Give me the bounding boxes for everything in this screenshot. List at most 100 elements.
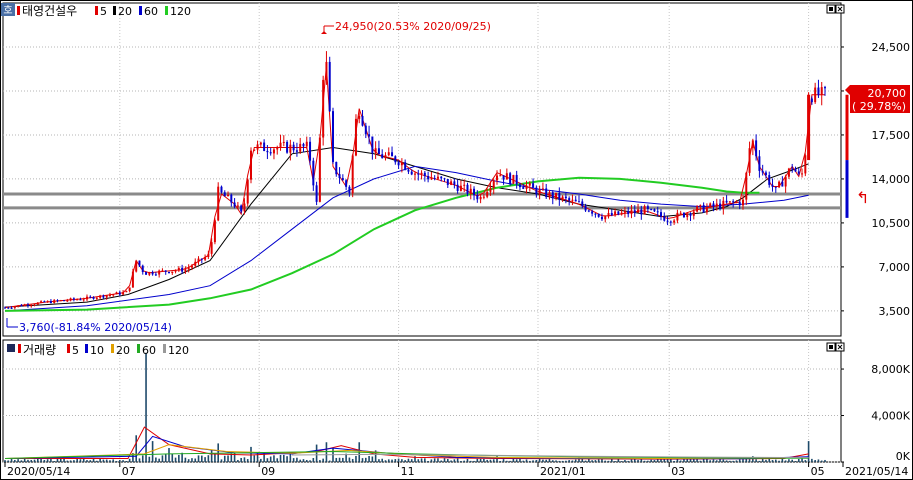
candle-body xyxy=(210,242,213,254)
candle-body xyxy=(440,176,443,179)
volume-bar xyxy=(545,459,547,462)
candle-body xyxy=(663,216,666,221)
candle-body xyxy=(10,307,13,309)
candle-body xyxy=(17,305,20,307)
volume-bar xyxy=(437,458,439,462)
volume-bar xyxy=(555,460,557,462)
candle-body xyxy=(59,300,62,302)
volume-bar xyxy=(276,458,279,462)
candle-body xyxy=(509,173,512,184)
candle-body xyxy=(558,192,561,200)
volume-bar xyxy=(128,458,131,462)
candle-body xyxy=(112,294,115,296)
volume-bar xyxy=(712,459,715,462)
price-panel: 24,50021,00017,50014,00010,5007,0003,500… xyxy=(1,2,911,337)
volume-bar xyxy=(584,460,587,462)
volume-bar xyxy=(220,459,223,462)
volume-bar xyxy=(456,458,459,462)
candle-body xyxy=(295,150,298,152)
candle-body xyxy=(512,174,515,184)
volume-bar xyxy=(597,459,600,462)
volume-bar xyxy=(253,455,256,462)
x-tick-label: 2020/05/14 xyxy=(7,465,70,478)
volume-bar xyxy=(164,454,167,462)
candle-body xyxy=(233,202,236,207)
candle-body xyxy=(318,137,321,202)
volume-bar xyxy=(765,459,767,462)
volume-bar xyxy=(191,458,193,462)
candle-body xyxy=(158,270,161,275)
candle-body xyxy=(728,201,731,203)
candle-body xyxy=(404,162,407,170)
candle-body xyxy=(250,150,252,180)
candle-body xyxy=(443,178,446,180)
volume-bar xyxy=(63,458,65,462)
candle-body xyxy=(578,201,580,203)
volume-bar xyxy=(53,461,55,462)
candle-body xyxy=(715,203,718,207)
volume-bar xyxy=(138,458,141,462)
x-tick-label: 09 xyxy=(261,465,275,478)
volume-bar xyxy=(342,457,344,462)
candle-body xyxy=(181,267,184,272)
price-legend-ma-marker xyxy=(139,6,142,15)
candle-body xyxy=(436,176,439,179)
volume-legend-ma-label: 10 xyxy=(90,344,104,357)
volume-bar xyxy=(322,458,324,462)
chart-stage: 24,50021,00017,50014,00010,5007,0003,500… xyxy=(0,0,913,480)
volume-bar xyxy=(483,458,485,462)
candle-body xyxy=(246,179,249,204)
last-candle-body xyxy=(807,94,811,161)
high-annotation: 24,950(20.53% 2020/09/25) xyxy=(335,20,491,33)
volume-close-icon[interactable] xyxy=(835,342,845,352)
candle-body xyxy=(26,304,29,306)
price-restore-icon[interactable] xyxy=(826,4,836,14)
candle-body xyxy=(686,213,689,218)
volume-bar xyxy=(40,458,42,462)
volume-bar xyxy=(325,442,328,462)
price-y-tick-label: 17,500 xyxy=(872,129,911,142)
volume-bar xyxy=(155,457,157,462)
candle-body xyxy=(492,180,495,188)
price-close-icon[interactable] xyxy=(835,4,845,14)
candle-body xyxy=(620,212,623,215)
candle-body xyxy=(391,152,394,157)
candle-body xyxy=(430,178,433,180)
volume-bar xyxy=(20,460,23,462)
volume-bar xyxy=(401,459,403,462)
candle-body xyxy=(702,204,705,213)
price-legend-ma-marker xyxy=(95,6,98,15)
volume-bar xyxy=(292,458,295,462)
volume-bar xyxy=(4,460,6,462)
volume-bar xyxy=(289,454,292,462)
candle-body xyxy=(56,300,59,302)
volume-bar xyxy=(361,458,364,462)
volume-bar xyxy=(391,459,393,462)
candle-body xyxy=(774,186,777,188)
volume-bar xyxy=(79,459,82,462)
volume-bar xyxy=(699,460,702,462)
candle-body xyxy=(99,295,102,298)
volume-bar xyxy=(66,460,69,462)
volume-bar xyxy=(319,460,321,462)
volume-bar xyxy=(266,458,269,462)
candle-body xyxy=(102,295,105,298)
volume-legend-ma-marker xyxy=(67,344,70,353)
candle-body xyxy=(263,142,266,151)
candle-body xyxy=(528,183,531,186)
current-change: ( 29.78%) xyxy=(852,100,906,113)
candle-body xyxy=(387,152,390,156)
volume-bar xyxy=(637,460,639,462)
candle-body xyxy=(135,260,138,272)
volume-bar xyxy=(407,458,410,462)
candle-body xyxy=(243,203,246,212)
volume-bar xyxy=(512,458,515,462)
candle-body xyxy=(76,299,79,301)
volume-restore-icon[interactable] xyxy=(826,342,836,352)
volume-bar xyxy=(410,459,413,462)
candle-body xyxy=(341,178,344,181)
volume-bar xyxy=(565,460,567,462)
candle-body xyxy=(289,144,292,153)
candle-body xyxy=(400,162,403,166)
volume-bar xyxy=(804,460,807,462)
